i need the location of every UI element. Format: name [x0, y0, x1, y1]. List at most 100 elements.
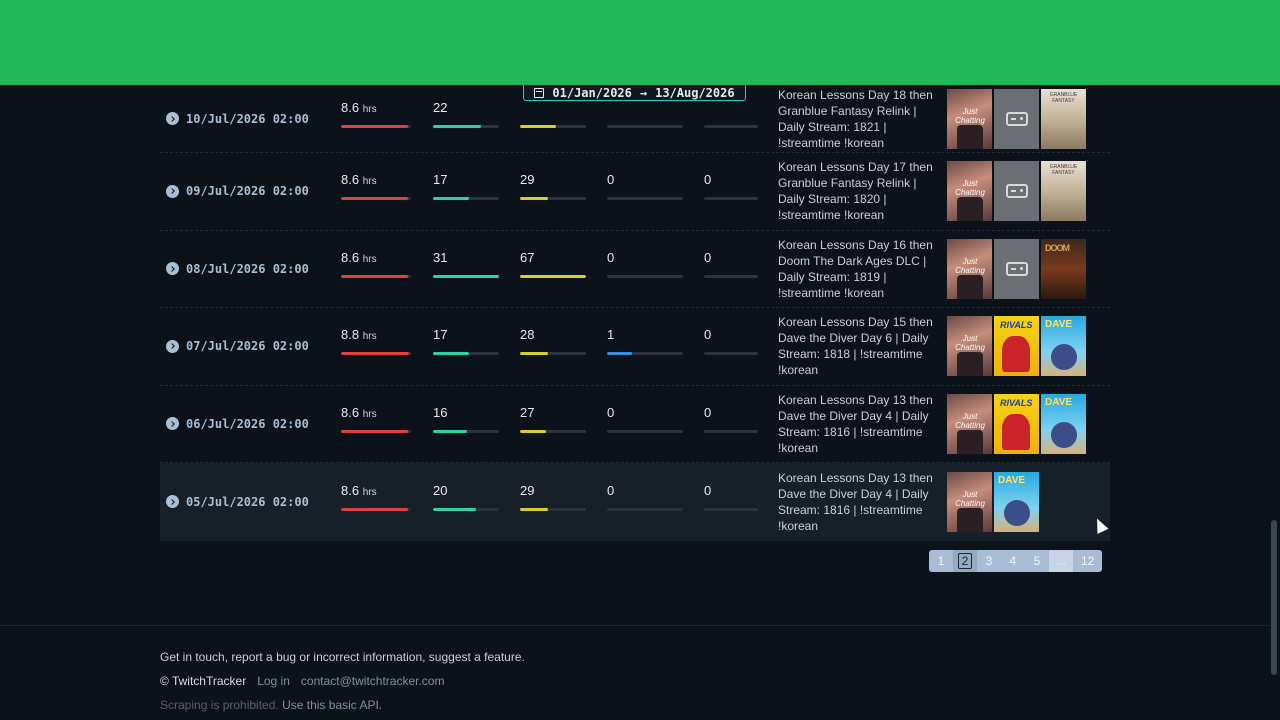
hours-bar	[341, 507, 411, 511]
stream-date[interactable]: 05/Jul/2026 02:00	[166, 495, 309, 509]
calendar-icon	[534, 87, 545, 98]
login-link[interactable]: Log in	[257, 674, 290, 688]
date-range-start: 01/Jan/2026	[552, 85, 632, 100]
hours-streamed: 8.6 hrs	[341, 172, 377, 187]
page-number: 2	[957, 553, 973, 569]
stat-c4: 0	[704, 172, 712, 188]
stream-date-text: 09/Jul/2026 02:00	[186, 184, 309, 199]
hours-value: 8.8	[341, 327, 360, 343]
stat-c1-bar	[433, 429, 499, 433]
arrow-right-icon: →	[639, 85, 648, 100]
stream-title: Korean Lessons Day 15 then Dave the Dive…	[778, 315, 933, 378]
stat-c1: 17	[433, 327, 448, 343]
stat-c4: 0	[704, 482, 712, 498]
gamepad-icon	[1005, 184, 1028, 199]
stat-c2-bar	[520, 429, 586, 433]
stream-date[interactable]: 10/Jul/2026 02:00	[166, 112, 309, 126]
page-12[interactable]: 12	[1073, 550, 1102, 572]
game-thumbnails: Just Chatting RIVALS DAVE	[947, 393, 1086, 454]
stat-c1-bar	[433, 352, 499, 356]
chevron-right-icon	[166, 262, 179, 276]
stat-c3: 0	[607, 172, 615, 188]
pagination: 1 2 3 4 5... 12	[929, 550, 1103, 572]
just-chatting-icon[interactable]: Just Chatting	[947, 88, 992, 149]
page-number: 5	[1033, 554, 1041, 568]
hours-streamed: 8.6 hrs	[341, 405, 377, 420]
stream-date[interactable]: 06/Jul/2026 02:00	[166, 417, 309, 431]
footer: Get in touch, report a bug or incorrect …	[160, 650, 525, 712]
just-chatting-icon[interactable]: Just Chatting	[947, 238, 992, 299]
dave-the-diver-icon[interactable]: DAVE	[1041, 316, 1086, 377]
hours-value: 8.6	[341, 172, 360, 188]
stat-c3-bar	[607, 352, 683, 356]
footer-copyright: © TwitchTracker	[160, 674, 247, 688]
granblue-fantasy-relink-icon[interactable]: GRANBLUE FANTASY	[1041, 88, 1086, 149]
stream-date[interactable]: 07/Jul/2026 02:00	[166, 339, 309, 353]
stat-c2: 29	[520, 482, 535, 498]
stat-c2-bar	[520, 507, 586, 511]
hours-value: 8.6	[341, 249, 360, 265]
stream-date[interactable]: 08/Jul/2026 02:00	[166, 262, 309, 276]
thumb-label: DAVE	[998, 474, 1026, 486]
just-chatting-icon[interactable]: Just Chatting	[947, 161, 992, 222]
stat-c3-bar	[607, 274, 683, 278]
page-5[interactable]: 5	[1025, 550, 1049, 572]
page-3[interactable]: 3	[977, 550, 1001, 572]
stat-c4-bar	[704, 352, 758, 356]
dave-the-diver-icon[interactable]: DAVE	[1041, 393, 1086, 454]
page-4[interactable]: 4	[1001, 550, 1025, 572]
stream-date[interactable]: 09/Jul/2026 02:00	[166, 184, 309, 198]
no-category-icon[interactable]	[994, 161, 1039, 222]
thumb-label: DAVE	[1045, 319, 1073, 331]
page-1[interactable]: 1	[929, 550, 953, 572]
table-row[interactable]: 06/Jul/2026 02:00 8.6 hrs 16 27 0 0 Korean Le…	[160, 386, 1110, 463]
thumb-label: RIVALS	[1000, 397, 1033, 408]
hours-value: 8.6	[341, 99, 360, 115]
stat-c1-bar	[433, 274, 499, 278]
api-link[interactable]: Use this basic API.	[282, 698, 382, 712]
gamepad-icon	[1005, 261, 1028, 276]
hours-bar	[341, 352, 411, 356]
thumb-label: Just Chatting	[955, 489, 985, 508]
stat-c1-bar	[433, 197, 499, 201]
page-number: 1	[937, 554, 945, 568]
no-category-icon[interactable]	[994, 238, 1039, 299]
table-row[interactable]: 09/Jul/2026 02:00 8.6 hrs 17 29 0 0 Korean Le…	[160, 153, 1110, 231]
just-chatting-icon[interactable]: Just Chatting	[947, 393, 992, 454]
just-chatting-icon[interactable]: Just Chatting	[947, 316, 992, 377]
table-row[interactable]: 08/Jul/2026 02:00 8.6 hrs 31 67 0 0 Korean Le…	[160, 231, 1110, 308]
stat-c2-bar	[520, 124, 586, 128]
chevron-right-icon	[166, 339, 179, 353]
doom-the-dark-ages-icon[interactable]: DOOM	[1041, 238, 1086, 299]
table-row[interactable]: 07/Jul/2026 02:00 8.8 hrs 17 28 1 0 Korean Le…	[160, 308, 1110, 386]
stat-c4: 0	[704, 404, 712, 420]
dave-the-diver-icon[interactable]: DAVE	[994, 471, 1039, 532]
granblue-fantasy-relink-icon[interactable]: GRANBLUE FANTASY	[1041, 161, 1086, 222]
no-category-icon[interactable]	[994, 88, 1039, 149]
stream-date-text: 10/Jul/2026 02:00	[186, 111, 309, 126]
marvel-rivals-icon[interactable]: RIVALS	[994, 316, 1039, 377]
hours-bar	[341, 197, 411, 201]
game-thumbnails: Just Chatting GRANBLUE FANTASY	[947, 161, 1086, 222]
hours-bar	[341, 274, 411, 278]
stat-c2: 28	[520, 327, 535, 343]
contact-email-link[interactable]: contact@twitchtracker.com	[301, 674, 445, 688]
stream-title: Korean Lessons Day 13 then Dave the Dive…	[778, 470, 933, 533]
footer-contact-text[interactable]: Get in touch, report a bug or incorrect …	[160, 650, 525, 664]
marvel-rivals-icon[interactable]: RIVALS	[994, 393, 1039, 454]
game-thumbnails: Just Chatting DAVE	[947, 471, 1039, 532]
date-range-picker[interactable]: 01/Jan/2026 → 13/Aug/2026	[523, 85, 746, 101]
page-2[interactable]: 2	[953, 550, 977, 572]
thumb-label: RIVALS	[1000, 320, 1033, 331]
stat-c2-bar	[520, 274, 586, 278]
just-chatting-icon[interactable]: Just Chatting	[947, 471, 992, 532]
hours-bar	[341, 124, 411, 128]
stream-date-text: 06/Jul/2026 02:00	[186, 416, 309, 431]
page-number: ...	[1055, 554, 1066, 568]
stat-c3: 0	[607, 482, 615, 498]
stat-c3-bar	[607, 197, 683, 201]
stat-c2: 27	[520, 404, 535, 420]
table-row[interactable]: 05/Jul/2026 02:00 8.6 hrs 20 29 0 0 Korean Le…	[160, 463, 1110, 541]
page-scrollbar[interactable]	[1271, 520, 1277, 675]
stat-c3: 0	[607, 249, 615, 265]
